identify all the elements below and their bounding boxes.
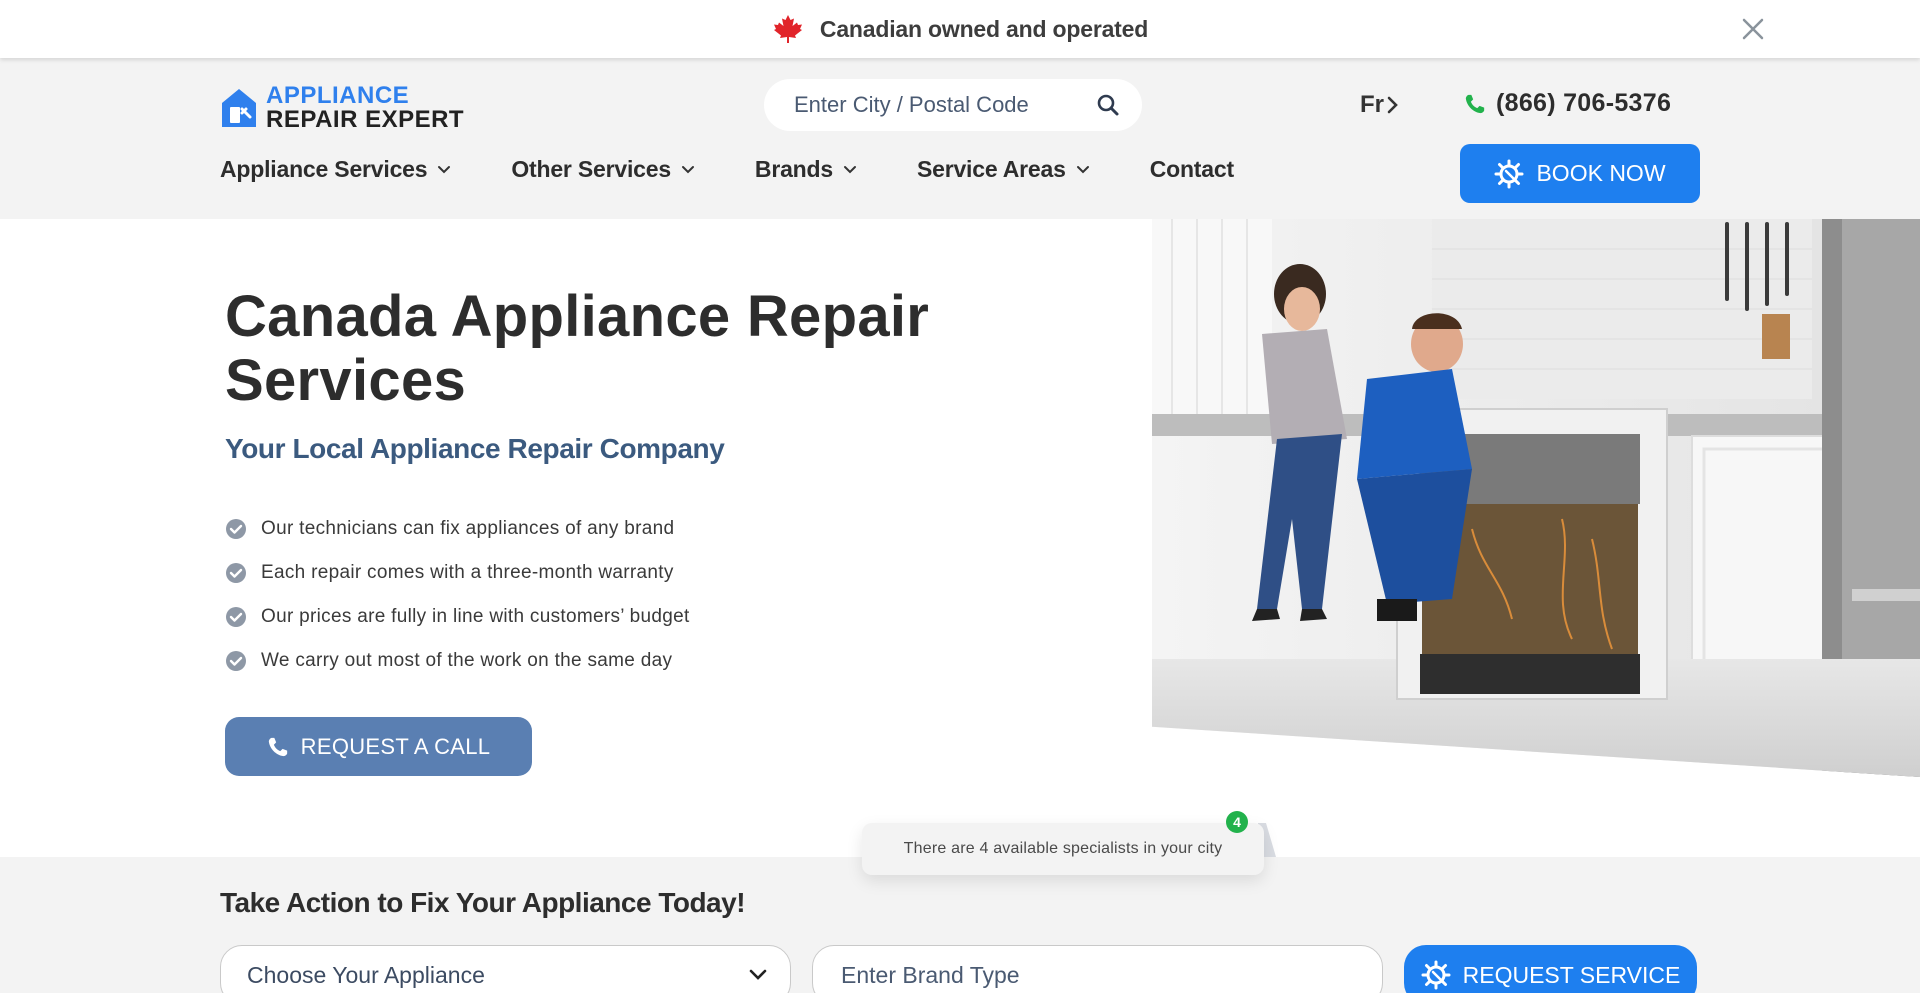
action-section: Take Action to Fix Your Appliance Today!… xyxy=(0,857,1920,993)
feature-text: Our prices are fully in line with custom… xyxy=(261,606,690,627)
hero-section: Canada Appliance Repair Services Your Lo… xyxy=(0,219,1920,857)
top-banner: Canadian owned and operated xyxy=(0,0,1920,58)
phone-number: (866) 706-5376 xyxy=(1496,89,1672,117)
feature-item: Each repair comes with a three-month war… xyxy=(225,551,690,595)
banner-content: Canadian owned and operated xyxy=(772,13,1148,45)
feature-item: Our prices are fully in line with custom… xyxy=(225,595,690,639)
logo-text: APPLIANCE REPAIR EXPERT xyxy=(266,84,464,132)
logo-line-1: APPLIANCE xyxy=(266,82,410,109)
appliance-select-label: Choose Your Appliance xyxy=(247,961,485,988)
book-now-button[interactable]: BOOK NOW xyxy=(1460,144,1700,203)
nav-brands[interactable]: Brands xyxy=(755,156,857,183)
nav-contact[interactable]: Contact xyxy=(1150,156,1234,183)
feature-text: Each repair comes with a three-month war… xyxy=(261,562,674,583)
gear-wrench-icon xyxy=(1494,159,1524,188)
specialists-notice: There are 4 available specialists in you… xyxy=(862,823,1264,875)
nav-appliance-services[interactable]: Appliance Services xyxy=(220,156,451,183)
feature-item: We carry out most of the work on the sam… xyxy=(225,639,690,683)
feature-text: Our technicians can fix appliances of an… xyxy=(261,518,675,539)
appliance-select[interactable]: Choose Your Appliance xyxy=(220,945,791,993)
request-call-button[interactable]: REQUEST A CALL xyxy=(225,717,532,776)
feature-list: Our technicians can fix appliances of an… xyxy=(225,507,690,683)
specialists-count-badge: 4 xyxy=(1226,811,1248,833)
main-nav: Appliance Services Other Services Brands… xyxy=(220,156,1294,183)
phone-icon xyxy=(268,737,287,756)
close-icon[interactable] xyxy=(1738,14,1768,44)
chevron-down-icon xyxy=(681,165,694,173)
brand-field xyxy=(812,945,1383,993)
nav-label: Service Areas xyxy=(916,156,1066,182)
nav-label: Contact xyxy=(1149,156,1234,182)
feature-item: Our technicians can fix appliances of an… xyxy=(225,507,690,551)
request-call-label: REQUEST A CALL xyxy=(300,733,491,759)
hero-subtitle: Your Local Appliance Repair Company xyxy=(225,433,725,464)
brand-input[interactable] xyxy=(841,961,1354,989)
phone-icon xyxy=(1465,94,1485,113)
check-circle-icon xyxy=(226,607,246,627)
nav-label: Brands xyxy=(754,156,833,182)
maple-leaf-icon xyxy=(773,15,802,43)
hero-photo xyxy=(1152,219,1920,777)
city-search-input[interactable] xyxy=(794,92,1096,118)
search-icon[interactable] xyxy=(1096,93,1120,117)
check-circle-icon xyxy=(226,563,246,583)
site-header: APPLIANCE REPAIR EXPERT Fr (866) 706-537… xyxy=(0,58,1920,219)
logo-icon xyxy=(222,89,256,127)
request-service-label: REQUEST SERVICE xyxy=(1462,961,1681,988)
action-title: Take Action to Fix Your Appliance Today! xyxy=(220,887,746,918)
chevron-down-icon xyxy=(843,165,856,173)
phone-link[interactable]: (866) 706-5376 xyxy=(1464,89,1671,118)
nav-label: Other Services xyxy=(511,156,671,182)
chevron-down-icon xyxy=(1076,165,1089,173)
gear-wrench-icon xyxy=(1421,960,1451,990)
technician-repairing-dishwasher-illustration xyxy=(1152,219,1920,777)
book-now-label: BOOK NOW xyxy=(1536,160,1666,186)
nav-other-services[interactable]: Other Services xyxy=(511,156,695,183)
check-circle-icon xyxy=(226,519,246,539)
request-service-button[interactable]: REQUEST SERVICE xyxy=(1404,945,1697,993)
logo[interactable]: APPLIANCE REPAIR EXPERT xyxy=(220,84,464,132)
chevron-down-icon xyxy=(749,969,767,980)
logo-line-2: REPAIR EXPERT xyxy=(266,106,465,133)
chevron-right-icon xyxy=(1387,96,1398,114)
banner-text: Canadian owned and operated xyxy=(819,15,1149,42)
language-switch[interactable]: Fr xyxy=(1360,91,1400,119)
check-circle-icon xyxy=(226,651,246,671)
language-label: Fr xyxy=(1360,91,1384,118)
chevron-down-icon xyxy=(438,165,451,173)
nav-label: Appliance Services xyxy=(220,156,428,182)
hero-title: Canada Appliance Repair Services xyxy=(225,284,930,413)
nav-service-areas[interactable]: Service Areas xyxy=(917,156,1090,183)
feature-text: We carry out most of the work on the sam… xyxy=(261,650,673,671)
city-search xyxy=(764,79,1142,131)
